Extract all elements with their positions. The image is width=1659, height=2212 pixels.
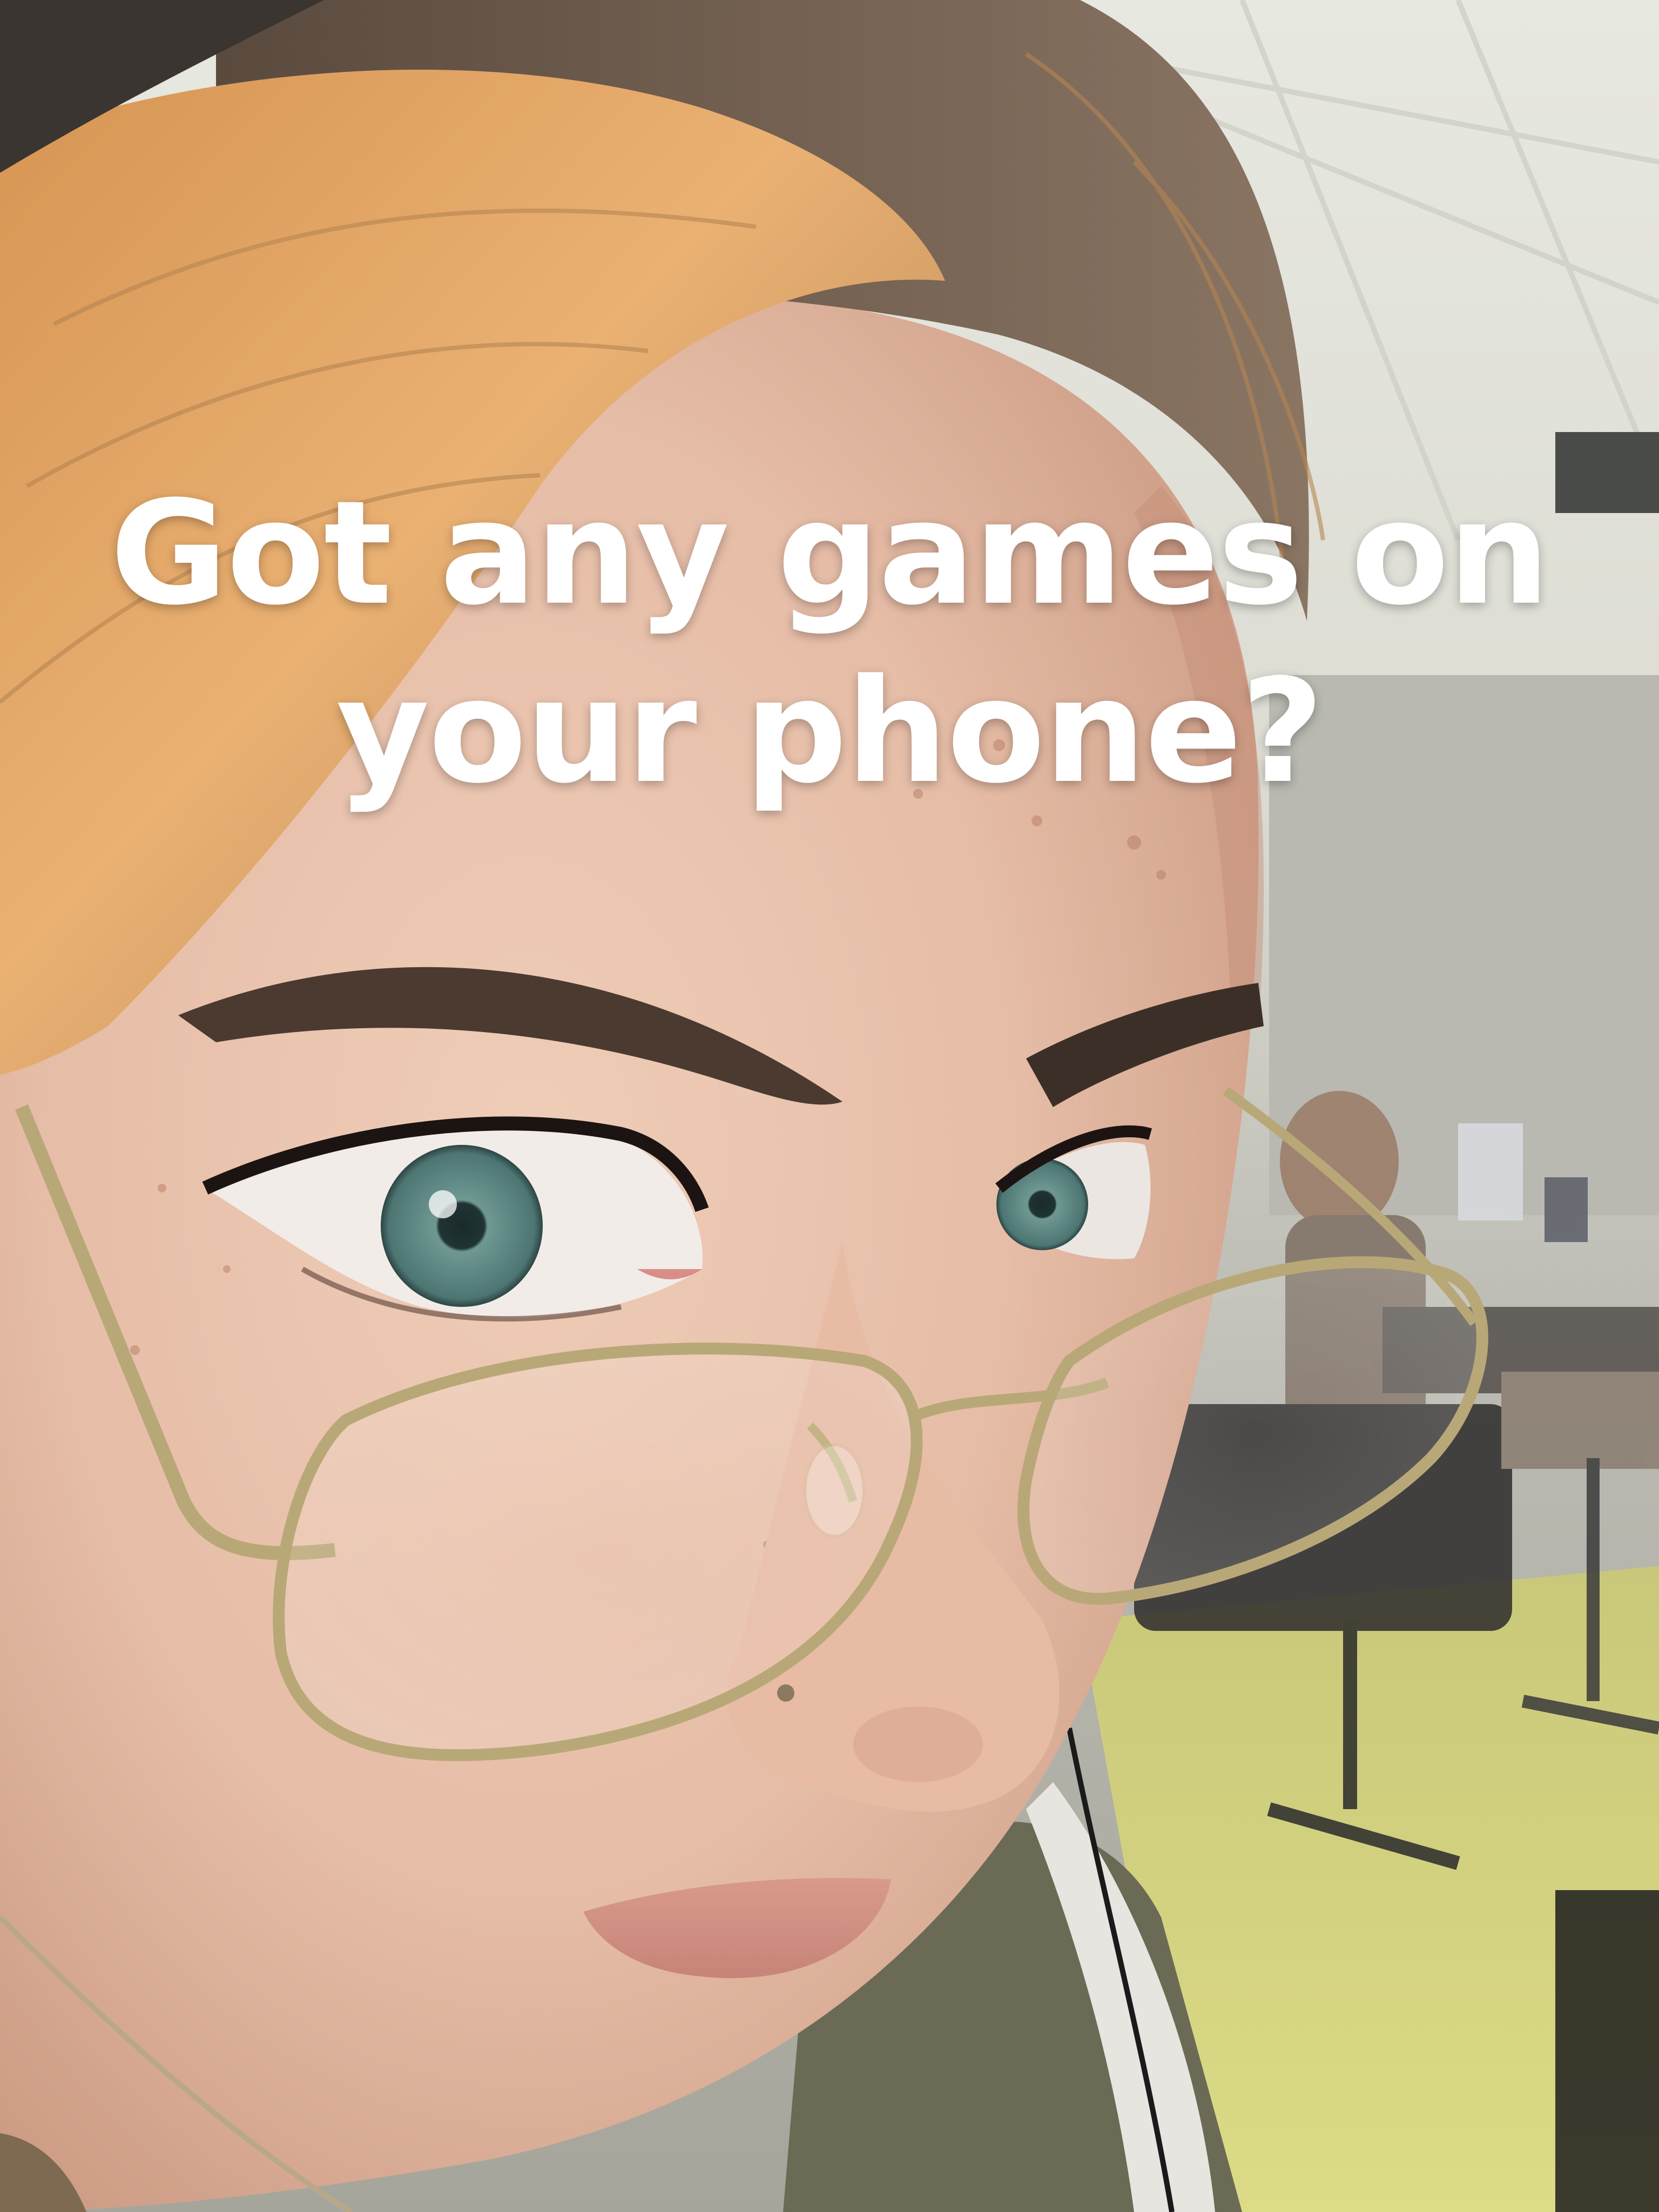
photo-illustration [0,0,1659,2212]
nose-piercing [777,1684,794,1702]
nose-shadow [853,1707,983,1782]
caption-line-2: your phone? [336,649,1324,815]
meme-caption: Got any games on your phone? [0,464,1659,821]
caption-line-1: Got any games on [110,470,1550,637]
photo [0,0,1659,2212]
